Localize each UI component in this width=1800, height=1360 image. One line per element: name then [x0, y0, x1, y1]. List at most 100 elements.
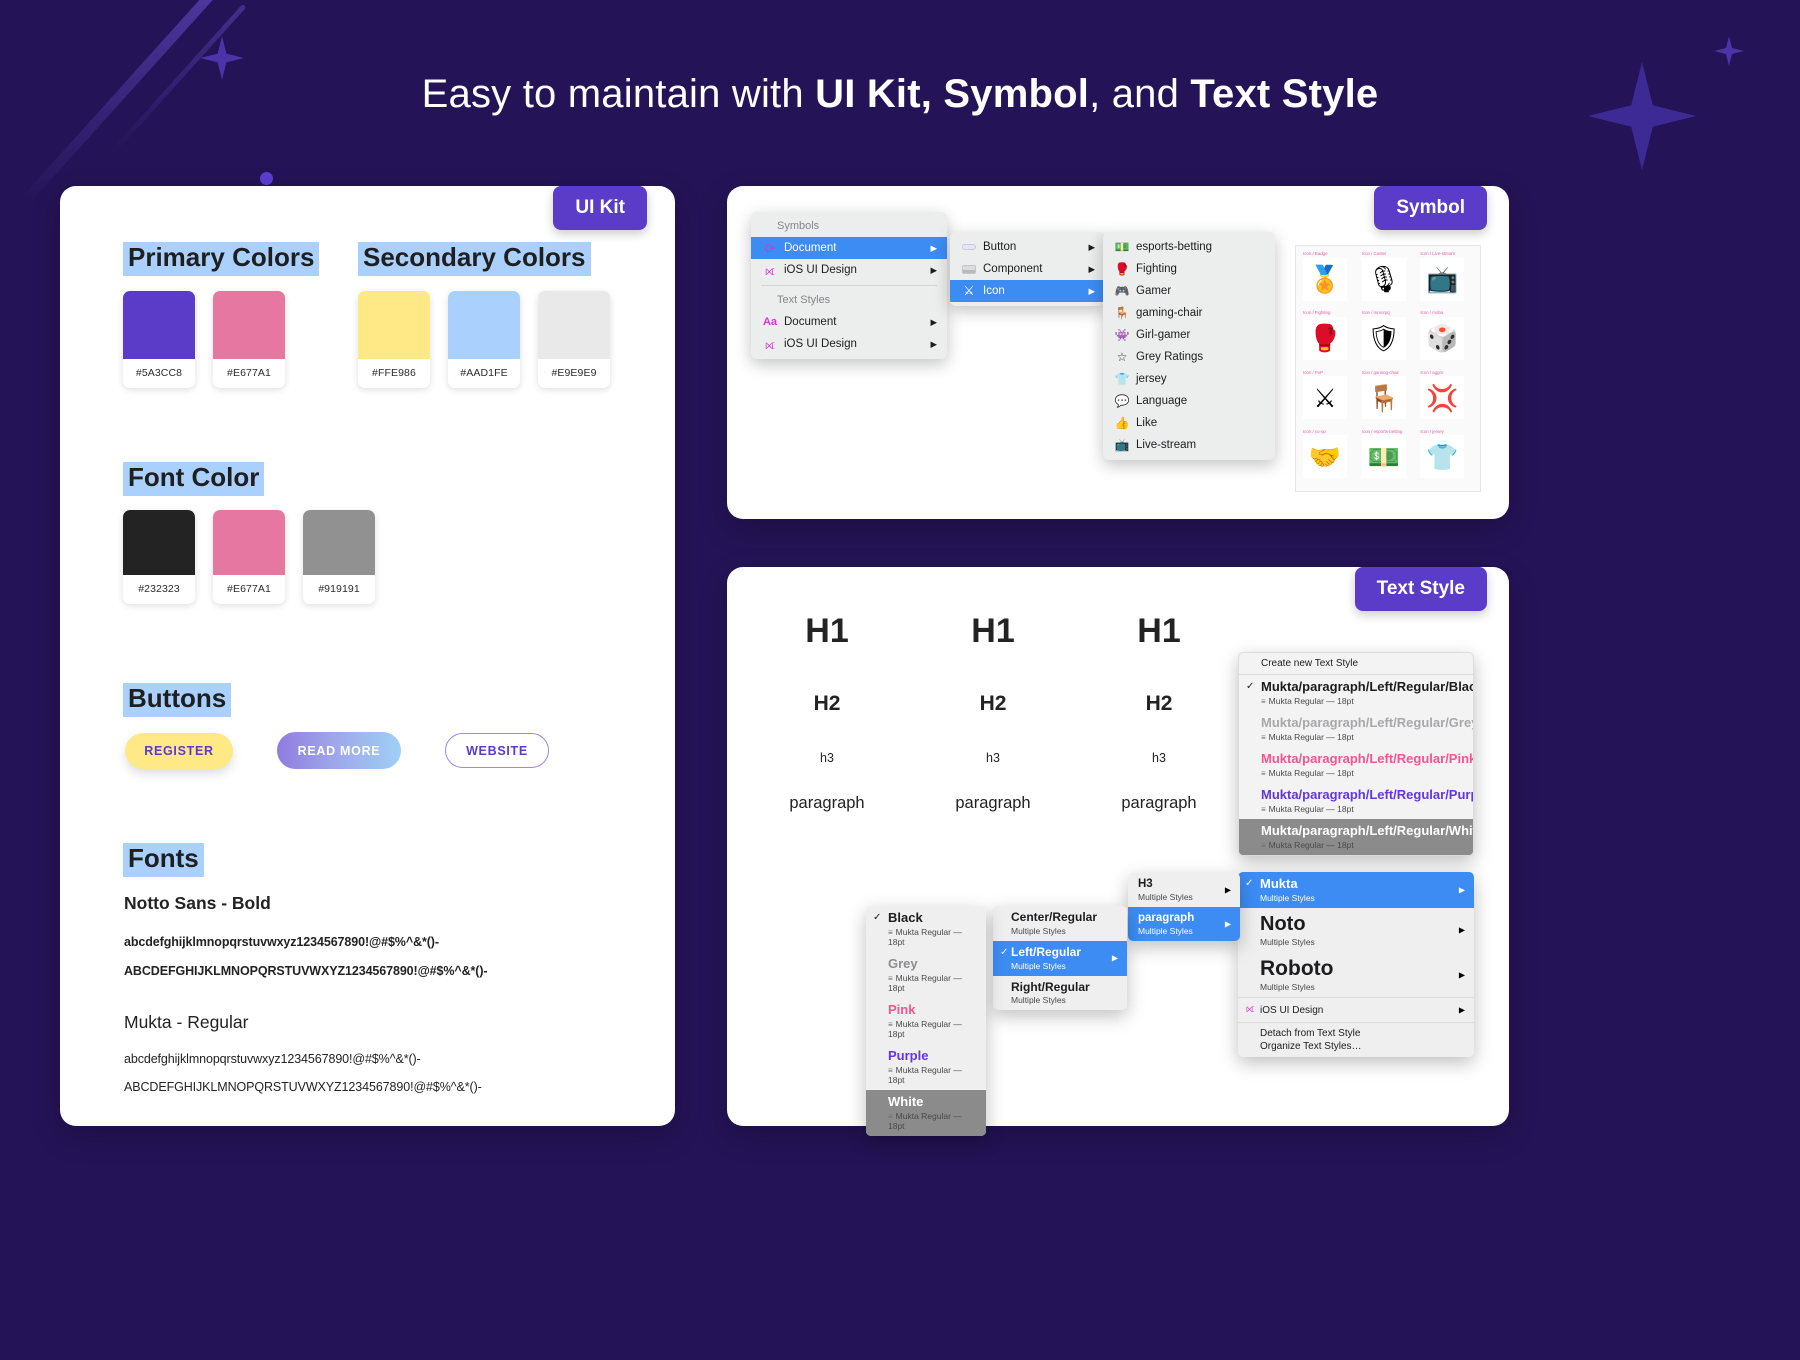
menu-item-symbols-document[interactable]: ⟳ Document ▶	[751, 237, 947, 259]
menu-item-icon-esports-betting[interactable]: 💵 esports-betting	[1103, 236, 1275, 258]
chevron-right-icon: ▶	[930, 316, 937, 327]
text-style-level-menu[interactable]: H3 Multiple Styles ▶ paragraph Multiple Styl…	[1128, 873, 1240, 942]
text-color-item[interactable]: Purple ≡ Mukta Regular — 18pt	[866, 1044, 986, 1090]
menu-item-ios-ui-design-library[interactable]: ⟖ iOS UI Design ▶	[1238, 998, 1474, 1022]
text-style-item[interactable]: Mukta/paragraph/Left/Regular/Purple ≡ Mukt…	[1239, 783, 1473, 819]
primary-colors-title: Primary Colors	[123, 242, 320, 276]
menu-item-symbols-ios-ui-design[interactable]: ⟖ iOS UI Design ▶	[751, 259, 947, 281]
menu-item-textstyles-document[interactable]: Aa Document ▶	[751, 311, 947, 333]
text-alignment-item[interactable]: Right/Regular Multiple Styles	[993, 976, 1127, 1011]
create-new-text-style-item[interactable]: Create new Text Style	[1239, 653, 1473, 674]
secondary-colors-swatches: #FFE986 #AAD1FE #E9E9E9	[358, 291, 610, 388]
icon-grid-caption: Icon / gaming-chair	[1361, 369, 1399, 375]
menu-item-label: gaming-chair	[1136, 307, 1203, 319]
menu-item-icon-fighting[interactable]: 🥊 Fighting	[1103, 258, 1275, 280]
menu-item-icon-jersey[interactable]: 👕 jersey	[1103, 368, 1275, 390]
text-style-column: H1 H2 h3 paragraph	[1079, 612, 1239, 813]
menu-item-icon-gaming-chair[interactable]: 🪑 gaming-chair	[1103, 302, 1275, 324]
text-alignment-item[interactable]: Center/Regular Multiple Styles	[993, 906, 1127, 941]
text-style-item[interactable]: Mukta/paragraph/Left/Regular/Pink ≡ Mukta …	[1239, 747, 1473, 783]
icon-grid-caption: Icon / co-op	[1303, 428, 1326, 434]
symbols-context-menu[interactable]: Symbols ⟳ Document ▶ ⟖ iOS UI Design ▶ T…	[751, 212, 947, 359]
font-family-item[interactable]: Roboto Multiple Styles ▶	[1238, 952, 1474, 997]
text-style-item[interactable]: Mukta/paragraph/Left/Regular/White ≡ Mukta…	[1239, 818, 1473, 855]
alignment-lines-icon: ≡	[888, 1111, 893, 1121]
font-color-title: Font Color	[123, 462, 265, 496]
icon-grid-cell[interactable]: Icon / Badge 🏅	[1300, 250, 1359, 309]
chevron-right-icon: ▶	[1088, 285, 1095, 296]
text-style-meta: ≡ Mukta Regular — 18pt	[1261, 767, 1354, 778]
headline-bold-2: Text Style	[1190, 72, 1379, 116]
menu-item-label: Gamer	[1136, 285, 1172, 297]
menu-item-icon-grey-ratings[interactable]: ☆ Grey Ratings	[1103, 346, 1275, 368]
grey-ratings-icon: ☆	[1116, 350, 1128, 364]
text-style-item[interactable]: Mukta/paragraph/Left/Regular/Grey ≡ Mukta …	[1239, 711, 1473, 747]
icon-grid-cell[interactable]: Icon / co-op 🤝	[1300, 428, 1359, 487]
menu-item-icon-like[interactable]: 👍 Like	[1103, 412, 1275, 434]
font-sample-lowercase: abcdefghijklmnopqrstuvwxyz1234567890!@#$…	[124, 935, 439, 949]
color-swatch: #5A3CC8	[123, 291, 195, 388]
text-alignment-name: Right/Regular	[1011, 979, 1090, 994]
icon-grid-cell[interactable]: Icon / PvP ⚔	[1300, 369, 1359, 428]
icon-grid-cell[interactable]: Icon / Fighting 🥊	[1300, 309, 1359, 368]
menu-item-component[interactable]: Component ▶	[950, 258, 1105, 280]
icon-grid-cell[interactable]: Icon / esports-betting 💵	[1359, 428, 1418, 487]
text-style-item[interactable]: Mukta/paragraph/Left/Regular/Black≡Mukta…	[1239, 675, 1473, 711]
menu-item-label: esports-betting	[1136, 241, 1213, 253]
text-color-item[interactable]: Pink ≡ Mukta Regular — 18pt	[866, 998, 986, 1044]
menu-item-icon-language[interactable]: 💬 Language	[1103, 390, 1275, 412]
text-color-meta: ≡ Mukta Regular — 18pt	[888, 1064, 962, 1085]
color-swatch: #E677A1	[213, 291, 285, 388]
text-styles-menu[interactable]: Create new Text Style Mukta/paragraph/Le…	[1238, 652, 1474, 856]
text-alignment-name: Center/Regular	[1011, 910, 1098, 924]
menu-item-icon-live-stream[interactable]: 📺 Live-stream	[1103, 434, 1275, 456]
icon-mmorpg-icon: 🛡	[1361, 316, 1406, 360]
icon-grid-cell[interactable]: Icon / Live-stream 📺	[1417, 250, 1476, 309]
primary-colors-swatches: #5A3CC8 #E677A1	[123, 291, 285, 388]
organize-text-styles-item[interactable]: Organize Text Styles…	[1238, 1040, 1474, 1057]
icon-grid-cell[interactable]: Icon / gaming-chair 🪑	[1359, 369, 1418, 428]
icon-grid-cell[interactable]: Icon / moba 🎲	[1417, 309, 1476, 368]
text-alignment-subtitle: Multiple Styles	[1011, 960, 1066, 971]
icon-grid-cell[interactable]: Icon / aggro 💢	[1417, 369, 1476, 428]
read-more-button[interactable]: READ MORE	[277, 732, 401, 769]
menu-item-label: Icon	[983, 285, 1005, 297]
icon-jersey-icon: 👕	[1420, 435, 1465, 479]
buttons-row: REGISTER READ MORE WEBSITE	[125, 732, 549, 769]
menu-item-icon-girl-gamer[interactable]: 👾 Girl-gamer	[1103, 324, 1275, 346]
menu-divider	[761, 285, 937, 286]
text-alignment-item[interactable]: Left/RegularMultiple Styles ▶	[993, 940, 1127, 976]
text-color-item[interactable]: Grey ≡ Mukta Regular — 18pt	[866, 952, 986, 998]
icon-grid-cell[interactable]: Icon / mmorpg 🛡	[1359, 309, 1418, 368]
icon-grid-cell[interactable]: Icon / jersey 👕	[1417, 428, 1476, 487]
symbols-submenu-icon-list[interactable]: 💵 esports-betting 🥊 Fighting 🎮 Gamer 🪑 gaming-c…	[1103, 232, 1275, 460]
chevron-right-icon: ▶	[930, 264, 937, 275]
icon-grid-cell[interactable]: Icon / Caster 🎙	[1359, 250, 1418, 309]
font-family-item[interactable]: Noto Multiple Styles ▶	[1238, 908, 1474, 952]
website-button[interactable]: WEBSITE	[445, 733, 549, 768]
text-style-column: H1 H2 h3 paragraph	[747, 612, 907, 813]
text-color-item[interactable]: Black≡Mukta Regular — 18pt	[866, 906, 986, 952]
menu-item-textstyles-ios-ui-design[interactable]: ⟖ iOS UI Design ▶	[751, 333, 947, 355]
gamer-icon: 🎮	[1114, 284, 1130, 298]
register-button[interactable]: REGISTER	[125, 732, 233, 769]
menu-item-icon[interactable]: ⚔ Icon ▶	[950, 280, 1105, 302]
font-family-item[interactable]: MuktaMultiple Styles ▶	[1238, 872, 1474, 908]
detach-from-text-style-item[interactable]: Detach from Text Style	[1238, 1023, 1474, 1040]
text-level-item[interactable]: paragraph Multiple Styles ▶	[1128, 907, 1240, 942]
menu-item-button[interactable]: Button ▶	[950, 236, 1105, 258]
icon-grid-caption: Icon / Badge	[1303, 251, 1328, 256]
paragraph-sample: paragraph	[955, 794, 1031, 812]
text-color-item[interactable]: White ≡ Mukta Regular — 18pt	[866, 1089, 986, 1136]
text-alignment-menu[interactable]: Center/RegularMultiple StylesLeft/Regula…	[993, 906, 1127, 1011]
menu-item-icon-gamer[interactable]: 🎮 Gamer	[1103, 280, 1275, 302]
color-chip	[213, 291, 285, 359]
text-level-item[interactable]: H3 Multiple Styles ▶	[1128, 873, 1240, 907]
headline-part-1: Easy to maintain with	[421, 72, 816, 116]
text-color-menu[interactable]: Black≡Mukta Regular — 18ptGrey≡Mukta Reg…	[866, 906, 986, 1136]
text-color-name: Black	[888, 910, 923, 925]
font-family-menu[interactable]: MuktaMultiple Styles▶NotoMultiple Styles…	[1238, 872, 1474, 1058]
headline-bold-1: UI Kit, Symbol	[815, 72, 1090, 116]
chevron-right-icon: ▶	[1458, 1005, 1465, 1015]
symbols-submenu-document[interactable]: Button ▶ Component ▶ ⚔ Icon ▶	[950, 232, 1105, 306]
